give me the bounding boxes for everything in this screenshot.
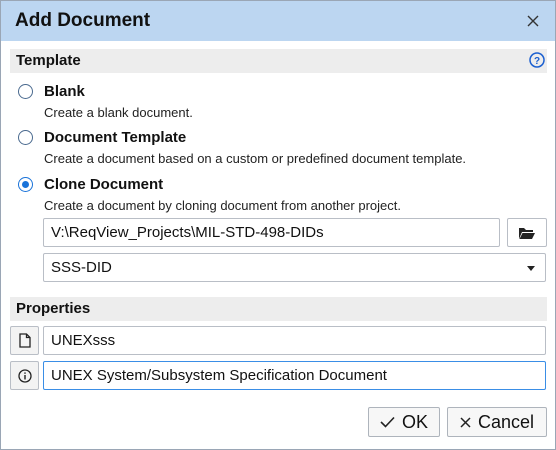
cancel-button[interactable]: Cancel <box>447 407 547 437</box>
properties-section-header: Properties <box>10 297 547 321</box>
option-blank-label[interactable]: Blank <box>44 83 85 100</box>
close-icon <box>527 15 539 27</box>
template-section-title: Template <box>16 52 81 69</box>
radio-document-template[interactable] <box>18 130 33 145</box>
ok-button[interactable]: OK <box>368 407 440 437</box>
radio-clone-document[interactable] <box>18 177 33 192</box>
option-document-template-label[interactable]: Document Template <box>44 129 186 146</box>
cancel-label: Cancel <box>477 411 535 432</box>
option-blank-description: Create a blank document. <box>44 105 193 120</box>
document-description-icon-box <box>10 361 39 390</box>
help-icon[interactable]: ? <box>529 52 545 68</box>
folder-open-icon <box>519 227 535 239</box>
document-id-input[interactable]: UNEXsss <box>43 326 546 355</box>
close-icon <box>460 416 471 428</box>
info-icon <box>17 368 32 383</box>
template-section-header: Template ? <box>10 49 547 73</box>
title-bar: Add Document <box>1 1 555 41</box>
option-clone-document-description: Create a document by cloning document fr… <box>44 198 401 213</box>
document-select-value: SSS-DID <box>51 259 112 276</box>
project-path-input[interactable]: V:\ReqView_Projects\MIL-STD-498-DIDs <box>43 218 500 247</box>
svg-text:?: ? <box>534 56 540 67</box>
file-icon <box>18 333 31 348</box>
dialog-title: Add Document <box>15 10 151 31</box>
add-document-dialog: Add Document Template ? Blank Create a b… <box>0 0 556 450</box>
close-button[interactable] <box>521 9 545 33</box>
option-document-template-description: Create a document based on a custom or p… <box>44 151 467 166</box>
option-clone-document-label[interactable]: Clone Document <box>44 176 163 193</box>
properties-section-title: Properties <box>16 300 91 317</box>
browse-folder-button[interactable] <box>507 218 547 247</box>
ok-label: OK <box>401 411 428 432</box>
check-icon <box>380 416 395 428</box>
document-id-icon-box <box>10 326 39 355</box>
document-description-input[interactable]: UNEX System/Subsystem Specification Docu… <box>43 361 546 390</box>
radio-blank[interactable] <box>18 84 33 99</box>
document-select[interactable]: SSS-DID <box>43 253 546 282</box>
chevron-down-icon <box>527 266 535 271</box>
